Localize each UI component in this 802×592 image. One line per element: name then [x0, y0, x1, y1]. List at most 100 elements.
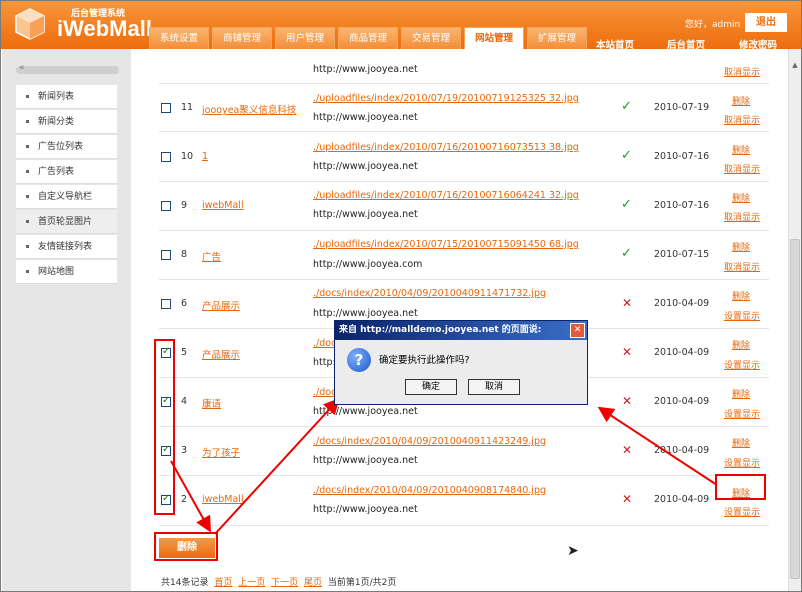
- dialog-ok-button[interactable]: 确定: [405, 379, 457, 395]
- row-name-link[interactable]: 产品展示: [202, 298, 240, 312]
- sidebar-item-label: 新闻分类: [38, 117, 75, 127]
- logo-name: iWebMall: [57, 16, 152, 41]
- scroll-up-arrow-icon[interactable]: ▲: [789, 61, 801, 75]
- row-date: 2010-04-09: [654, 298, 710, 309]
- sidebar-item-news-category[interactable]: 新闻分类: [16, 110, 117, 134]
- row-image-link[interactable]: ./docs/index/2010/04/09/2010040911423249…: [313, 436, 546, 447]
- row-image-link[interactable]: ./uploadfiles/index/2010/07/16/201007160…: [313, 142, 579, 153]
- mouse-cursor-icon: ➤: [567, 543, 579, 559]
- row-id: 11: [181, 102, 194, 113]
- tab-shop-management[interactable]: 商铺管理: [212, 27, 272, 49]
- bullet-icon: [26, 95, 29, 98]
- sidebar-item-custom-nav[interactable]: 自定义导航栏: [16, 185, 117, 209]
- annotation-checkbox-highlight: [154, 339, 175, 515]
- row-toggle-link[interactable]: 设置显示: [724, 309, 760, 322]
- row-id: 3: [181, 445, 188, 456]
- bullet-icon: [26, 195, 29, 198]
- row-delete-link[interactable]: 删除: [732, 191, 750, 204]
- row-url: http://www.jooyea.net: [313, 209, 418, 220]
- status-cross-icon: ✕: [622, 492, 633, 506]
- tab-extension-management[interactable]: 扩展管理: [527, 27, 587, 49]
- dialog-message: 确定要执行此操作吗?: [379, 355, 470, 366]
- row-delete-link[interactable]: 删除: [732, 387, 750, 400]
- row-toggle-link[interactable]: 设置显示: [724, 358, 760, 371]
- row-checkbox[interactable]: [161, 299, 171, 309]
- row-date: 2010-04-09: [654, 347, 710, 358]
- first-page-link[interactable]: 首页: [214, 578, 232, 588]
- row-checkbox[interactable]: [161, 201, 171, 211]
- tab-system-settings[interactable]: 系统设置: [149, 27, 209, 49]
- sidebar-item-ad-slot-list[interactable]: 广告位列表: [16, 135, 117, 159]
- dialog-cancel-button[interactable]: 取消: [468, 379, 520, 395]
- row-toggle-link[interactable]: 设置显示: [724, 505, 760, 518]
- row-name-link[interactable]: iwebMall: [202, 494, 244, 505]
- row-delete-link[interactable]: 删除: [732, 436, 750, 449]
- row-checkbox[interactable]: [161, 103, 171, 113]
- row-url: http://www.jooyea.net: [313, 112, 418, 123]
- row-delete-link[interactable]: 删除: [732, 240, 750, 253]
- row-id: 8: [181, 249, 188, 260]
- row-name-link[interactable]: 产品展示: [202, 347, 240, 361]
- tab-goods-management[interactable]: 商品管理: [338, 27, 398, 49]
- row-divider: [159, 230, 769, 231]
- sidebar-item-news-list[interactable]: 新闻列表: [16, 85, 117, 109]
- bullet-icon: [26, 220, 29, 223]
- sidebar-item-label: 广告列表: [38, 167, 75, 177]
- row-name-link[interactable]: iwebMall: [202, 200, 244, 211]
- dialog-close-icon[interactable]: ✕: [570, 323, 585, 338]
- status-ok-icon: ✓: [621, 197, 632, 212]
- row-id: 2: [181, 494, 188, 505]
- row-toggle-link[interactable]: 取消显示: [724, 162, 760, 175]
- row-name-link[interactable]: 1: [202, 151, 208, 162]
- bullet-icon: [26, 270, 29, 273]
- row-toggle-link[interactable]: 设置显示: [724, 407, 760, 420]
- row-url: http://www.jooyea.net: [313, 161, 418, 172]
- tab-trade-management[interactable]: 交易管理: [401, 27, 461, 49]
- row-image-link[interactable]: ./doc: [313, 387, 336, 398]
- row-id: 9: [181, 200, 188, 211]
- row-name-link[interactable]: joooyea聚义信息科技: [202, 102, 296, 116]
- prev-page-link[interactable]: 上一页: [238, 578, 265, 588]
- next-page-link[interactable]: 下一页: [271, 578, 298, 588]
- row-name-link[interactable]: 为了孩子: [202, 445, 240, 459]
- row-checkbox[interactable]: [161, 152, 171, 162]
- logout-button[interactable]: 退出: [745, 13, 787, 32]
- sidebar-item-label: 网站地图: [38, 267, 75, 277]
- row-checkbox[interactable]: [161, 250, 171, 260]
- sidebar-item-label: 友情链接列表: [38, 242, 93, 252]
- row-url: http://www.jooyea.net: [313, 455, 418, 466]
- annotation-delete-button-highlight: [154, 532, 218, 561]
- row-image-link[interactable]: ./uploadfiles/index/2010/07/19/201007191…: [313, 93, 579, 104]
- vertical-scrollbar[interactable]: ▲: [788, 49, 801, 591]
- scroll-thumb[interactable]: [790, 239, 800, 579]
- sidebar-collapse-toggle[interactable]: «: [16, 63, 119, 74]
- sidebar-item-friend-links[interactable]: 友情链接列表: [16, 235, 117, 259]
- status-cross-icon: ✕: [622, 296, 633, 310]
- row-name-link[interactable]: 广告: [202, 249, 221, 263]
- sidebar-item-site-map[interactable]: 网站地图: [16, 260, 117, 284]
- partial-row-toggle-link[interactable]: 取消显示: [724, 65, 760, 78]
- row-image-link[interactable]: ./uploadfiles/index/2010/07/15/201007150…: [313, 239, 579, 250]
- row-image-link[interactable]: ./docs/index/2010/04/09/2010040911471732…: [313, 288, 546, 299]
- row-image-link[interactable]: ./uploadfiles/index/2010/07/16/201007160…: [313, 190, 579, 201]
- row-name-link[interactable]: 康请: [202, 396, 221, 410]
- last-page-link[interactable]: 尾页: [304, 578, 322, 588]
- row-date: 2010-07-16: [654, 151, 710, 162]
- row-toggle-link[interactable]: 设置显示: [724, 456, 760, 469]
- row-delete-link[interactable]: 删除: [732, 289, 750, 302]
- row-delete-link[interactable]: 删除: [732, 143, 750, 156]
- row-date: 2010-07-19: [654, 102, 710, 113]
- sidebar-item-ad-list[interactable]: 广告列表: [16, 160, 117, 184]
- row-divider: [159, 83, 769, 84]
- row-image-link[interactable]: ./docs/index/2010/04/09/2010040908174840…: [313, 485, 546, 496]
- row-toggle-link[interactable]: 取消显示: [724, 260, 760, 273]
- sidebar-item-label: 首页轮显图片: [38, 217, 93, 227]
- sidebar-item-home-slides[interactable]: 首页轮显图片: [16, 210, 117, 234]
- tab-user-management[interactable]: 用户管理: [275, 27, 335, 49]
- tab-site-management[interactable]: 网站管理: [464, 27, 524, 49]
- top-header: 后台管理系统 iWebMall 您好，admin 退出 系统设置 商铺管理 用户…: [1, 1, 801, 51]
- row-toggle-link[interactable]: 取消显示: [724, 210, 760, 223]
- row-delete-link[interactable]: 删除: [732, 338, 750, 351]
- row-delete-link[interactable]: 删除: [732, 94, 750, 107]
- row-toggle-link[interactable]: 取消显示: [724, 113, 760, 126]
